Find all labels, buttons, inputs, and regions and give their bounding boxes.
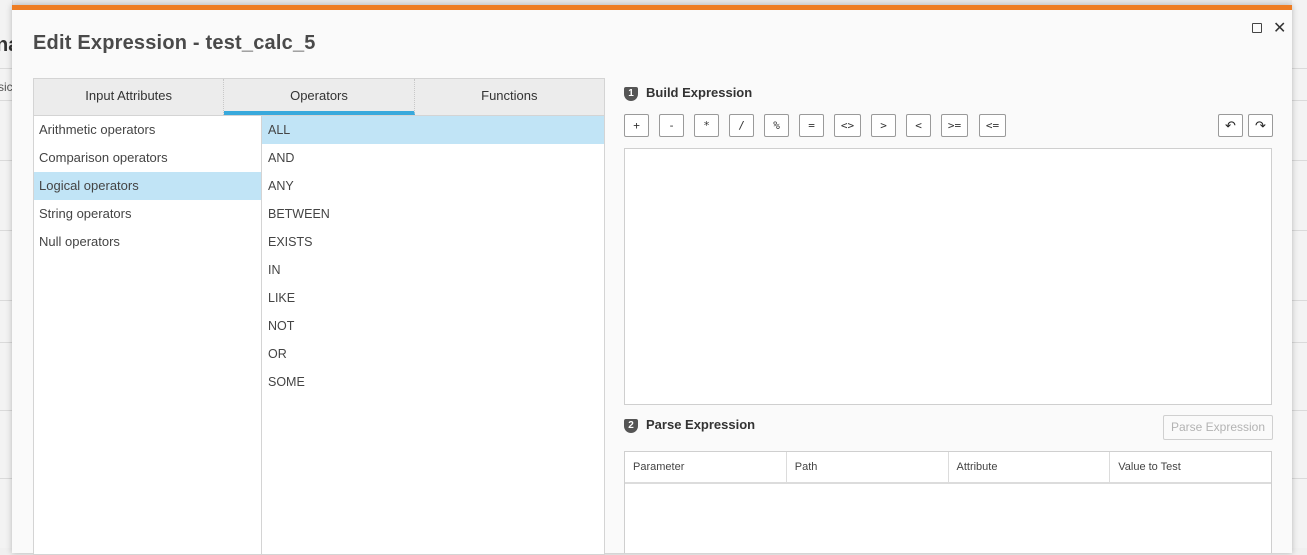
close-icon[interactable]: ✕ [1273, 18, 1286, 38]
step-badge-2: 2 [624, 419, 638, 433]
tab-operators[interactable]: Operators [224, 79, 415, 115]
undo-icon: ↶ [1225, 118, 1236, 133]
category-comparison[interactable]: Comparison operators [34, 144, 261, 172]
operator-button-multiply[interactable]: * [694, 114, 719, 137]
edit-expression-dialog: Edit Expression - test_calc_5 ✕ Input At… [12, 5, 1292, 555]
operator-item-some[interactable]: SOME [262, 368, 604, 396]
operator-button-divide[interactable]: / [729, 114, 754, 137]
operator-button-less-equal[interactable]: <= [979, 114, 1006, 137]
parameter-table: Parameter Path Attribute Value to Test [624, 451, 1272, 553]
operator-item-like[interactable]: LIKE [262, 284, 604, 312]
dialog-title: Edit Expression - test_calc_5 [33, 32, 316, 54]
parse-expression-button[interactable]: Parse Expression [1163, 415, 1273, 440]
column-header-attribute[interactable]: Attribute [949, 452, 1111, 482]
left-panel: Input Attributes Operators Functions Ari… [33, 78, 605, 555]
operator-button-minus[interactable]: - [659, 114, 684, 137]
operator-button-greater[interactable]: > [871, 114, 896, 137]
operator-item-exists[interactable]: EXISTS [262, 228, 604, 256]
build-expression-heading: 1 Build Expression [624, 85, 752, 101]
operator-button-not-equal[interactable]: <> [834, 114, 861, 137]
column-header-path[interactable]: Path [787, 452, 949, 482]
operator-item-between[interactable]: BETWEEN [262, 200, 604, 228]
category-logical[interactable]: Logical operators [34, 172, 261, 200]
undo-button[interactable]: ↶ [1218, 114, 1243, 137]
operator-item-not[interactable]: NOT [262, 312, 604, 340]
expression-editor[interactable] [624, 148, 1272, 405]
operator-item-in[interactable]: IN [262, 256, 604, 284]
operator-category-list: Arithmetic operators Comparison operator… [34, 116, 262, 554]
operator-button-less[interactable]: < [906, 114, 931, 137]
category-arithmetic[interactable]: Arithmetic operators [34, 116, 261, 144]
tab-input-attributes[interactable]: Input Attributes [34, 79, 225, 115]
tab-bar: Input Attributes Operators Functions [34, 79, 604, 116]
category-null[interactable]: Null operators [34, 228, 261, 256]
operator-item-any[interactable]: ANY [262, 172, 604, 200]
step-badge-1: 1 [624, 87, 638, 101]
redo-button[interactable]: ↷ [1248, 114, 1273, 137]
operator-item-all[interactable]: ALL [262, 116, 604, 144]
operator-button-plus[interactable]: + [624, 114, 649, 137]
operator-list: ALL AND ANY BETWEEN EXISTS IN LIKE NOT O… [262, 116, 604, 554]
operator-item-or[interactable]: OR [262, 340, 604, 368]
redo-icon: ↷ [1255, 118, 1266, 133]
build-expression-title: Build Expression [646, 85, 753, 100]
operator-button-modulo[interactable]: % [764, 114, 789, 137]
parse-expression-heading: 2 Parse Expression [624, 417, 755, 433]
operator-button-equals[interactable]: = [799, 114, 824, 137]
parameter-table-header: Parameter Path Attribute Value to Test [625, 452, 1271, 484]
parse-expression-title: Parse Expression [646, 417, 756, 432]
operator-item-and[interactable]: AND [262, 144, 604, 172]
category-string[interactable]: String operators [34, 200, 261, 228]
tab-functions[interactable]: Functions [415, 79, 604, 115]
background-label: sic [0, 80, 13, 94]
background-right-strip [1292, 0, 1307, 548]
column-header-parameter[interactable]: Parameter [625, 452, 787, 482]
maximize-icon[interactable] [1252, 23, 1262, 33]
column-header-value-to-test[interactable]: Value to Test [1110, 452, 1271, 482]
operator-button-greater-equal[interactable]: >= [941, 114, 968, 137]
